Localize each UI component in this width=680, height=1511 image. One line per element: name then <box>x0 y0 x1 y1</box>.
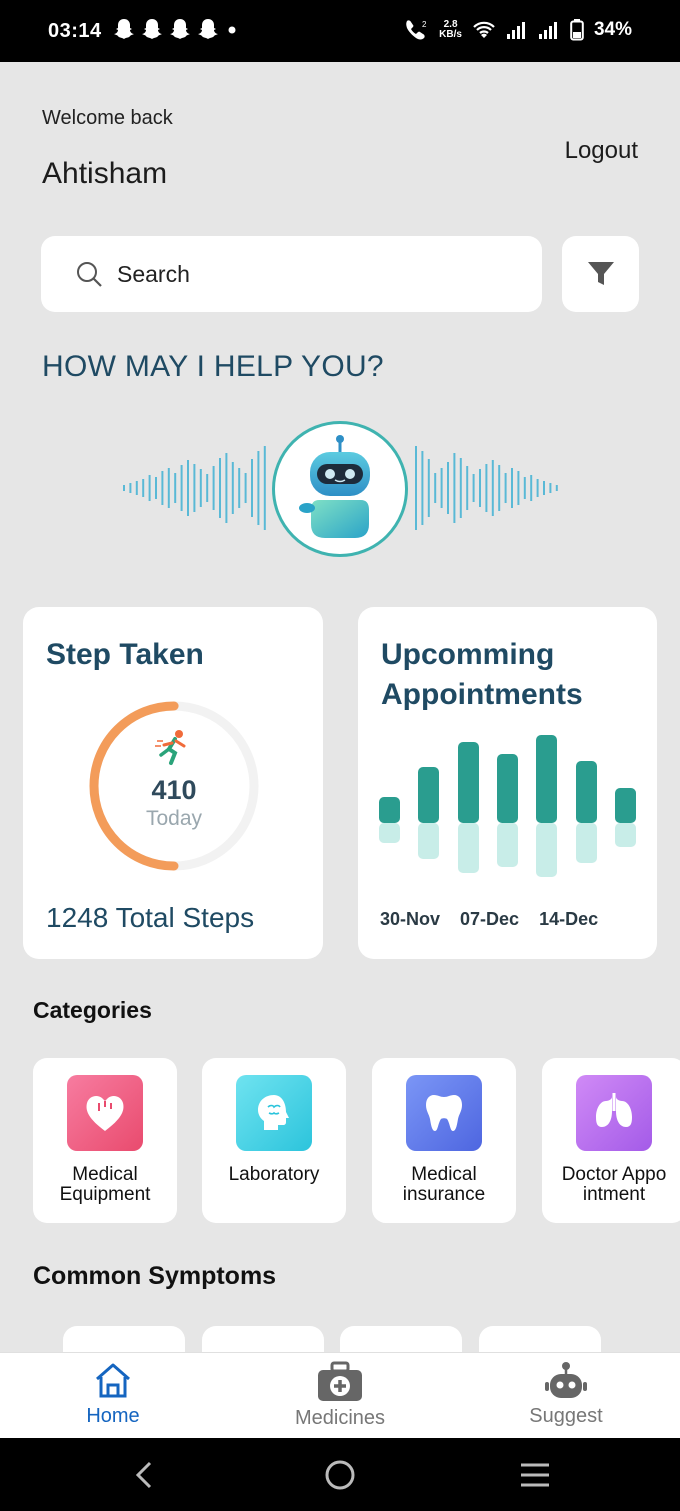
robot-icon <box>545 1362 587 1398</box>
snapchat-icon <box>114 19 134 39</box>
heart-icon <box>86 1095 124 1131</box>
assistant-robot-button[interactable] <box>272 421 408 557</box>
search-input[interactable]: Search <box>41 236 542 312</box>
nav-suggest[interactable]: Suggest <box>466 1353 666 1439</box>
date-label: 30-Nov <box>380 909 441 929</box>
net-speed: 2.8 KB/s <box>439 20 462 40</box>
symptoms-title: Common Symptoms <box>33 1262 277 1290</box>
bottom-nav: Home Medicines Suggest <box>0 1352 680 1438</box>
category-label: Medical insurance <box>402 1164 486 1205</box>
category-medical-equipment[interactable]: Medical Equipment <box>33 1058 177 1223</box>
battery-percent: 34% <box>593 19 632 40</box>
username: Ahtisham <box>42 157 168 190</box>
filter-icon <box>587 262 614 285</box>
battery-icon <box>570 19 584 41</box>
appointments-title-line2: Appointments <box>381 678 583 711</box>
net-speed-unit: KB/s <box>439 29 462 40</box>
runner-icon <box>155 730 186 765</box>
category-icon-tile <box>576 1075 652 1151</box>
home-circle-icon[interactable] <box>324 1459 356 1491</box>
steps-today-value: 410 <box>151 775 197 805</box>
date-label: 14-Dec <box>539 909 599 929</box>
nav-medicines-label: Medicines <box>294 1407 386 1429</box>
category-label: Medical Equipment <box>59 1164 151 1205</box>
medkit-icon <box>318 1361 362 1401</box>
system-nav-bar <box>0 1438 680 1511</box>
date-label: 07-Dec <box>460 909 520 929</box>
wifi-icon <box>473 21 495 38</box>
snapchat-icon <box>170 19 190 39</box>
wifi-calling-icon: 2 <box>406 20 427 40</box>
logout-button[interactable]: Logout <box>565 137 638 165</box>
category-icon-tile <box>67 1075 143 1151</box>
category-medical-insurance[interactable]: Medical insurance <box>372 1058 516 1223</box>
snapchat-icon <box>198 19 218 39</box>
svg-text:2: 2 <box>422 20 427 29</box>
snapchat-icon <box>142 19 162 39</box>
category-icon-tile <box>406 1075 482 1151</box>
home-icon <box>96 1363 130 1398</box>
search-icon <box>77 262 102 287</box>
brain-icon <box>258 1095 289 1130</box>
appointments-bar-graphic <box>379 735 636 877</box>
nav-home-label: Home <box>86 1405 140 1427</box>
category-label: Laboratory <box>228 1164 320 1185</box>
status-time: 03:14 <box>48 20 102 42</box>
back-icon[interactable] <box>130 1460 158 1490</box>
appointments-card[interactable]: Upcomming Appointments 30-Nov 07-Dec 14-… <box>358 607 657 959</box>
status-right: 2 2.8 KB/s 34% <box>403 18 632 42</box>
steps-progress-ring: 410 Today <box>85 697 263 875</box>
robot-icon <box>299 435 370 538</box>
appointment-date-labels: 30-Nov 07-Dec 14-Dec <box>380 909 598 930</box>
dot-icon <box>228 26 236 34</box>
steps-card[interactable]: Step Taken 410 Today 1248 Total Steps <box>23 607 323 959</box>
filter-button[interactable] <box>562 236 639 312</box>
category-laboratory[interactable]: Laboratory <box>202 1058 346 1223</box>
category-doctor-appointment[interactable]: Doctor Appo intment <box>542 1058 680 1223</box>
search-placeholder: Search <box>117 260 190 287</box>
recents-icon[interactable] <box>519 1462 551 1488</box>
welcome-text: Welcome back <box>42 107 173 129</box>
appointments-card-title: Upcomming Appointments <box>381 635 583 715</box>
category-icon-tile <box>236 1075 312 1151</box>
nav-home[interactable]: Home <box>13 1353 213 1439</box>
steps-card-title: Step Taken <box>46 638 204 671</box>
nav-suggest-label: Suggest <box>529 1405 603 1427</box>
status-bar: 03:14 2 2.8 KB/s 34% <box>0 0 680 62</box>
nav-medicines[interactable]: Medicines <box>240 1353 440 1439</box>
category-label: Doctor Appo intment <box>561 1164 667 1205</box>
categories-title: Categories <box>33 997 152 1023</box>
tooth-icon <box>426 1095 462 1131</box>
assistant-heading: HOW MAY I HELP YOU? <box>42 350 384 383</box>
lungs-icon <box>596 1093 632 1127</box>
appointments-title-line1: Upcomming <box>381 638 555 671</box>
total-steps: 1248 Total Steps <box>46 902 255 933</box>
signal-icon <box>538 22 557 39</box>
steps-today-label: Today <box>145 807 203 830</box>
notification-icons <box>114 18 238 40</box>
signal-icon <box>506 22 525 39</box>
